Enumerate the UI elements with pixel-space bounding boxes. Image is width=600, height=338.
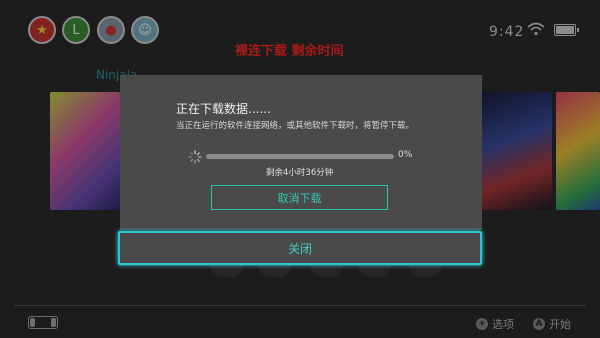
remaining-time: 剩余4小时36分钟 — [266, 168, 334, 178]
dialog-message: 当正在运行的软件连接网络，或其他软件下载时，将暂停下载。 — [176, 121, 415, 131]
download-dialog: 正在下载数据...... 当正在运行的软件连接网络，或其他软件下载时，将暂停下载… — [120, 75, 482, 230]
close-button[interactable]: 关闭 — [118, 231, 482, 265]
dialog-title: 正在下载数据...... — [176, 102, 271, 116]
download-percent: 0% — [398, 150, 413, 160]
loading-spinner-icon — [188, 150, 202, 164]
download-progress-bar — [206, 154, 394, 159]
cancel-download-button[interactable]: 取消下载 — [211, 185, 388, 210]
